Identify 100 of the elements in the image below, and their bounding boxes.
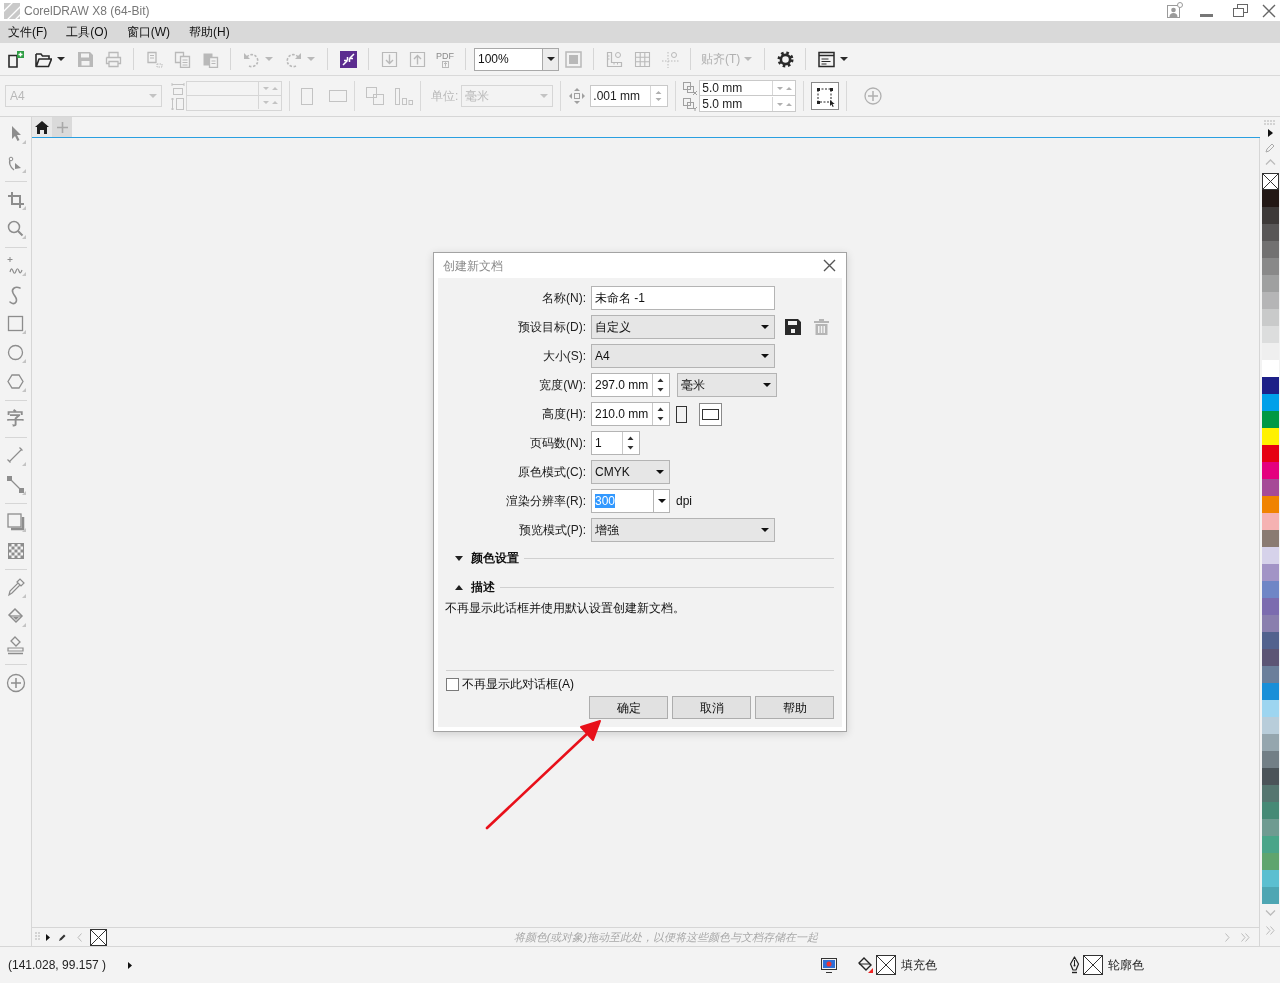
color-swatch[interactable] (1261, 700, 1279, 717)
zoom-level-combo[interactable]: 100% (474, 47, 559, 71)
color-swatch[interactable] (1261, 598, 1279, 615)
page-height-field[interactable] (186, 96, 282, 111)
select-frame-icon[interactable] (811, 82, 840, 110)
menu-item[interactable]: 帮助(H) (189, 24, 230, 40)
color-swatch[interactable] (1261, 207, 1279, 224)
double-chevron-right-icon[interactable] (1241, 932, 1250, 942)
chevron-down-icon[interactable] (1264, 910, 1276, 916)
dropdown-field[interactable]: 毫米 (677, 373, 777, 397)
chevron-right-icon[interactable] (1225, 932, 1230, 942)
color-swatch[interactable] (1261, 377, 1279, 394)
restore-icon[interactable] (1233, 4, 1248, 17)
add-circle-icon[interactable] (864, 87, 883, 105)
color-swatch[interactable] (1261, 309, 1279, 326)
page-width-field[interactable] (186, 81, 282, 96)
grip-dots-icon[interactable] (35, 932, 41, 942)
dropdown-field[interactable]: A4 (591, 344, 775, 368)
smart-fill-icon[interactable] (5, 635, 26, 656)
section-header[interactable]: 描述 (471, 578, 495, 596)
number-spinner[interactable]: 297.0 mm (591, 373, 670, 397)
color-swatch[interactable] (1261, 258, 1279, 275)
checkerboard-icon[interactable] (5, 540, 26, 561)
monitor-icon[interactable] (821, 957, 837, 973)
dialog-button[interactable]: 取消 (672, 696, 751, 719)
close-icon[interactable] (823, 259, 836, 272)
new-document-icon[interactable] (6, 50, 24, 68)
eyedropper-icon[interactable] (5, 577, 26, 598)
menu-item[interactable]: 文件(F) (8, 24, 48, 40)
triangle-right-icon[interactable] (1267, 129, 1273, 137)
home-tab[interactable] (32, 117, 52, 137)
color-swatch[interactable] (1261, 836, 1279, 853)
circle-icon[interactable] (5, 342, 26, 363)
color-swatch[interactable] (1261, 785, 1279, 802)
checkbox-label[interactable]: 不再显示此对话框(A) (462, 675, 574, 693)
triangle-right-icon[interactable] (46, 933, 50, 941)
color-swatch[interactable] (1261, 683, 1279, 700)
application-window-icon[interactable] (817, 50, 835, 68)
expand-triangle-icon[interactable] (455, 555, 463, 561)
color-swatch[interactable] (1261, 224, 1279, 241)
color-swatch[interactable] (1261, 564, 1279, 581)
close-icon[interactable] (1262, 3, 1276, 18)
color-swatch[interactable] (1261, 649, 1279, 666)
color-swatch[interactable] (1261, 394, 1279, 411)
dropdown-field[interactable]: 增強 (591, 518, 775, 542)
chevron-left-icon[interactable] (77, 932, 82, 942)
pen-icon[interactable] (58, 932, 67, 942)
color-swatch[interactable] (1261, 343, 1279, 360)
color-swatch[interactable] (1261, 853, 1279, 870)
no-outline-swatch[interactable] (1083, 955, 1103, 975)
freehand-line-icon[interactable] (5, 255, 26, 276)
paint-bucket-icon[interactable] (857, 957, 873, 973)
color-swatch[interactable] (1261, 496, 1279, 513)
collapse-triangle-icon[interactable] (455, 584, 463, 590)
hexagon-icon[interactable] (5, 371, 26, 392)
menu-item[interactable]: 窗口(W) (126, 24, 170, 40)
color-swatch[interactable] (1261, 819, 1279, 836)
no-fill-swatch[interactable] (876, 955, 896, 975)
color-swatch[interactable] (1261, 190, 1279, 207)
menu-item[interactable]: 工具(O) (66, 24, 108, 40)
magnifier-icon[interactable] (5, 218, 26, 239)
dropdown-field[interactable]: CMYK (591, 460, 670, 484)
double-chevron-right-icon[interactable] (1265, 926, 1275, 935)
nudge-distance-field[interactable]: .001 mm (590, 85, 669, 107)
gear-icon[interactable] (776, 50, 794, 68)
landscape-page-icon[interactable] (329, 90, 347, 102)
color-swatch[interactable] (1261, 717, 1279, 734)
color-swatch[interactable] (1261, 751, 1279, 768)
color-swatch[interactable] (1261, 445, 1279, 462)
crop-icon[interactable] (5, 189, 26, 210)
color-swatch[interactable] (1261, 241, 1279, 258)
color-swatch[interactable] (1261, 887, 1279, 904)
color-swatch[interactable] (1261, 870, 1279, 887)
duplicate-distance-field[interactable]: 5.0 mm (699, 80, 797, 96)
minimize-icon[interactable] (1200, 13, 1213, 17)
color-swatch[interactable] (1261, 768, 1279, 785)
duplicate-distance-field[interactable]: 5.0 mm (699, 96, 797, 112)
landscape-page-button[interactable] (699, 402, 722, 426)
portrait-page-icon[interactable] (676, 405, 687, 423)
color-swatch[interactable] (1261, 547, 1279, 564)
folder-icon[interactable] (34, 50, 52, 68)
color-swatch[interactable] (1261, 530, 1279, 547)
dimension-line-icon[interactable] (5, 445, 26, 466)
color-swatch[interactable] (1261, 632, 1279, 649)
drop-shadow-icon[interactable] (5, 511, 26, 532)
color-swatch[interactable] (1261, 411, 1279, 428)
color-swatch[interactable] (1261, 326, 1279, 343)
triangle-right-icon[interactable] (128, 961, 133, 969)
color-swatch[interactable] (1261, 479, 1279, 496)
connector-line-icon[interactable] (5, 474, 26, 495)
page-bars-icon[interactable] (395, 87, 413, 105)
number-spinner[interactable]: 1 (591, 431, 640, 455)
no-color-swatch[interactable] (1261, 173, 1279, 190)
overlapping-pages-icon[interactable] (366, 87, 384, 105)
section-header[interactable]: 颜色设置 (471, 549, 519, 567)
checkbox[interactable] (446, 677, 459, 691)
color-swatch[interactable] (1261, 666, 1279, 683)
color-swatch[interactable] (1261, 428, 1279, 445)
color-swatch[interactable] (1261, 513, 1279, 530)
number-spinner[interactable]: 210.0 mm (591, 402, 670, 426)
